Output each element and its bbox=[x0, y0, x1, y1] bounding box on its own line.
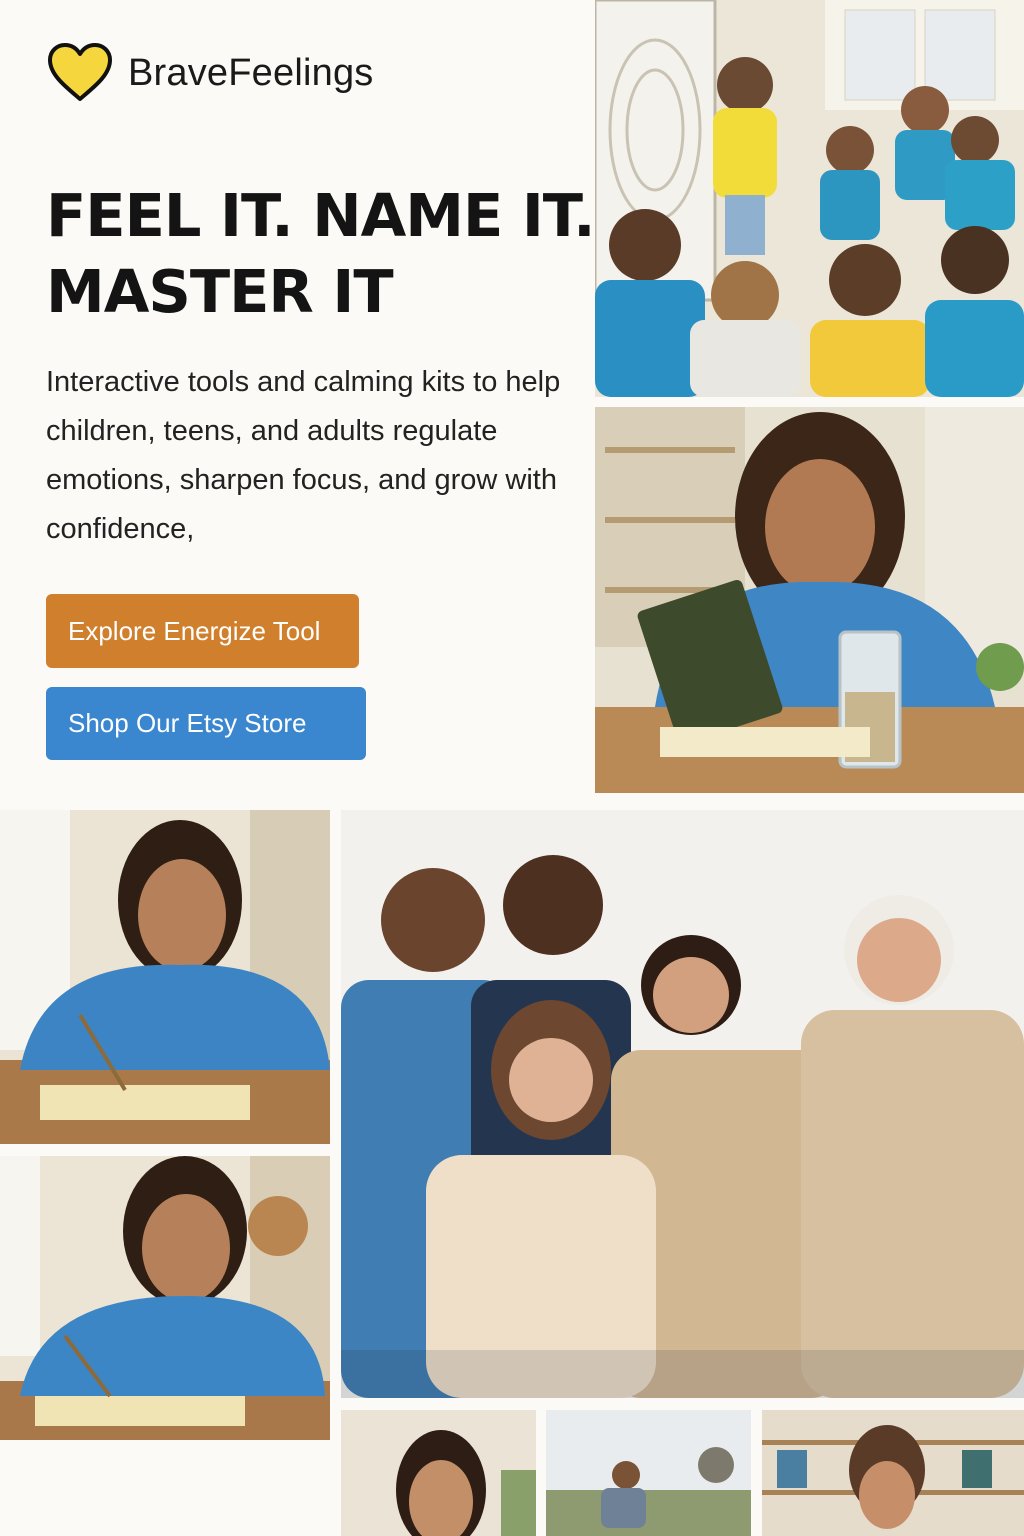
family-group-photo bbox=[341, 810, 1024, 1398]
headline-line-1: FEEL IT. NAME IT. bbox=[46, 181, 595, 250]
hero-headline: FEEL IT. NAME IT. MASTER IT bbox=[46, 178, 606, 330]
girl-writing-photo-alt bbox=[0, 1156, 330, 1440]
hero-subtext: Interactive tools and calming kits to he… bbox=[46, 366, 561, 545]
brand-logo[interactable]: BraveFeelings bbox=[46, 42, 374, 104]
headline-line-2: MASTER IT bbox=[46, 257, 394, 326]
teen-at-shelf-thumbnail bbox=[762, 1410, 1024, 1536]
heart-icon bbox=[48, 43, 112, 101]
girl-writing-photo bbox=[0, 810, 330, 1144]
shop-etsy-button[interactable]: Shop Our Etsy Store bbox=[46, 687, 366, 760]
girl-portrait-thumbnail bbox=[341, 1410, 536, 1536]
classroom-photo bbox=[595, 0, 1024, 397]
child-outdoors-thumbnail bbox=[546, 1410, 751, 1536]
landing-page: BraveFeelings FEEL IT. NAME IT. MASTER I… bbox=[0, 0, 1024, 1536]
brand-name: BraveFeelings bbox=[128, 51, 374, 94]
girl-reading-photo bbox=[595, 407, 1024, 793]
explore-energize-button[interactable]: Explore Energize Tool bbox=[46, 594, 359, 668]
